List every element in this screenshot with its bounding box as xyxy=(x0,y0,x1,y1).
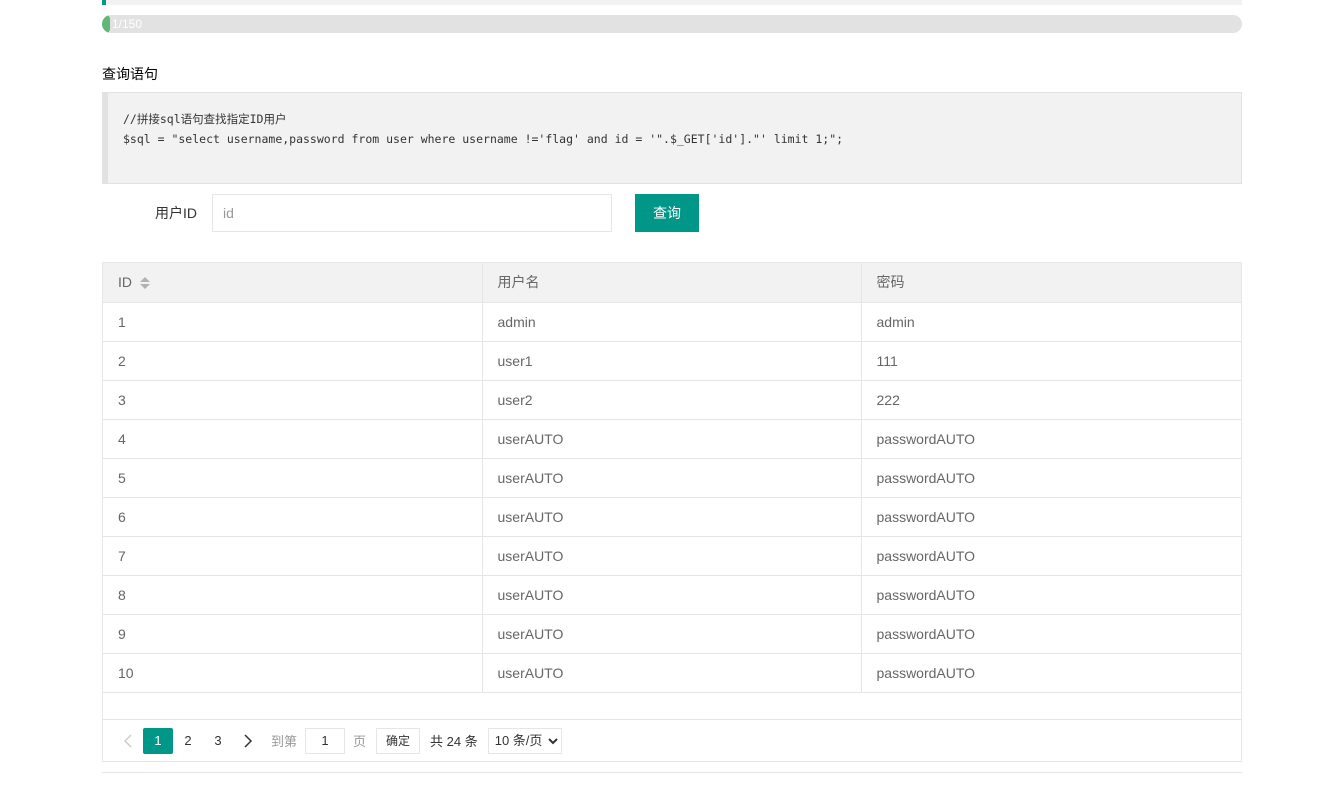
code-line-comment: //拼接sql语句查找指定ID用户 xyxy=(123,112,287,126)
table-row: 10 userAUTO passwordAUTO xyxy=(103,653,1241,693)
cell-username: user2 xyxy=(482,380,862,420)
cell-password: passwordAUTO xyxy=(861,653,1241,693)
column-header-id[interactable]: ID xyxy=(103,263,483,303)
cell-password: passwordAUTO xyxy=(861,458,1241,498)
goto-confirm-button[interactable]: 确定 xyxy=(376,727,421,754)
cell-username: userAUTO xyxy=(482,458,862,498)
cell-password: passwordAUTO xyxy=(861,575,1241,615)
cell-password: passwordAUTO xyxy=(861,614,1241,654)
page-number-1[interactable]: 1 xyxy=(143,727,173,754)
next-page-button[interactable] xyxy=(233,728,263,754)
cell-password: passwordAUTO xyxy=(861,536,1241,576)
cell-id: 7 xyxy=(103,536,483,576)
page-numbers: 123 xyxy=(143,727,233,754)
page-number-3[interactable]: 3 xyxy=(203,728,233,754)
table-row: 1 admin admin xyxy=(103,302,1241,342)
total-count: 共 24 条 xyxy=(430,734,478,749)
cell-id: 2 xyxy=(103,341,483,381)
cell-id: 8 xyxy=(103,575,483,615)
progress-bar: 1/150 xyxy=(102,15,1242,33)
table-row: 2 user1 111 xyxy=(103,341,1241,381)
cell-username: userAUTO xyxy=(482,614,862,654)
sort-icon[interactable] xyxy=(140,276,150,290)
table-row: 6 userAUTO passwordAUTO xyxy=(103,497,1241,537)
page-size-select[interactable]: 10 条/页 xyxy=(487,727,562,754)
code-line-sql: $sql = "select username,password from us… xyxy=(123,132,844,146)
cell-id: 3 xyxy=(103,380,483,420)
top-strip-accent xyxy=(102,0,106,5)
cell-username: userAUTO xyxy=(482,419,862,459)
page-number-2[interactable]: 2 xyxy=(173,728,203,754)
goto-page-input[interactable] xyxy=(305,727,346,754)
progress-fill xyxy=(102,15,110,33)
progress-text: 1/150 xyxy=(112,17,143,31)
cell-id: 1 xyxy=(103,302,483,342)
cell-username: userAUTO xyxy=(482,575,862,615)
cell-password: 111 xyxy=(861,341,1241,381)
cell-username: userAUTO xyxy=(482,536,862,576)
cell-id: 10 xyxy=(103,653,483,693)
data-table: ID 用户名 密码 1 admin admin 2 user1 111 3 user2 222 4… xyxy=(102,262,1242,762)
cell-password: passwordAUTO xyxy=(861,419,1241,459)
prev-page-button[interactable] xyxy=(113,728,143,754)
table-row: 5 userAUTO passwordAUTO xyxy=(103,458,1241,498)
cell-id: 4 xyxy=(103,419,483,459)
cell-password: 222 xyxy=(861,380,1241,420)
cell-username: user1 xyxy=(482,341,862,381)
table-row: 4 userAUTO passwordAUTO xyxy=(103,419,1241,459)
column-header-label: ID xyxy=(118,274,132,291)
bottom-divider xyxy=(102,772,1242,773)
query-button[interactable]: 查询 xyxy=(635,194,699,232)
column-header-password: 密码 xyxy=(861,263,1241,303)
top-strip xyxy=(102,0,1242,5)
chevron-right-icon xyxy=(244,733,253,748)
cell-password: passwordAUTO xyxy=(861,497,1241,537)
section-title: 查询语句 xyxy=(102,66,158,82)
pagination: 123 到第 页 确定 共 24 条 10 条/页 xyxy=(103,719,1241,761)
cell-username: userAUTO xyxy=(482,497,862,537)
cell-password: admin xyxy=(861,302,1241,342)
column-header-username: 用户名 xyxy=(482,263,862,303)
cell-id: 9 xyxy=(103,614,483,654)
table-row: 8 userAUTO passwordAUTO xyxy=(103,575,1241,615)
goto-suffix: 页 xyxy=(353,734,367,749)
cell-username: admin xyxy=(482,302,862,342)
user-id-input[interactable] xyxy=(212,194,612,232)
user-id-label: 用户ID xyxy=(155,205,197,221)
table-header-row: ID 用户名 密码 xyxy=(103,263,1241,303)
table-row: 9 userAUTO passwordAUTO xyxy=(103,614,1241,654)
cell-username: userAUTO xyxy=(482,653,862,693)
code-block: //拼接sql语句查找指定ID用户 $sql = "select username… xyxy=(102,92,1242,184)
table-row: 7 userAUTO passwordAUTO xyxy=(103,536,1241,576)
cell-id: 6 xyxy=(103,497,483,537)
chevron-left-icon xyxy=(123,733,132,748)
goto-prefix: 到第 xyxy=(271,734,298,749)
table-row: 3 user2 222 xyxy=(103,380,1241,420)
cell-id: 5 xyxy=(103,458,483,498)
